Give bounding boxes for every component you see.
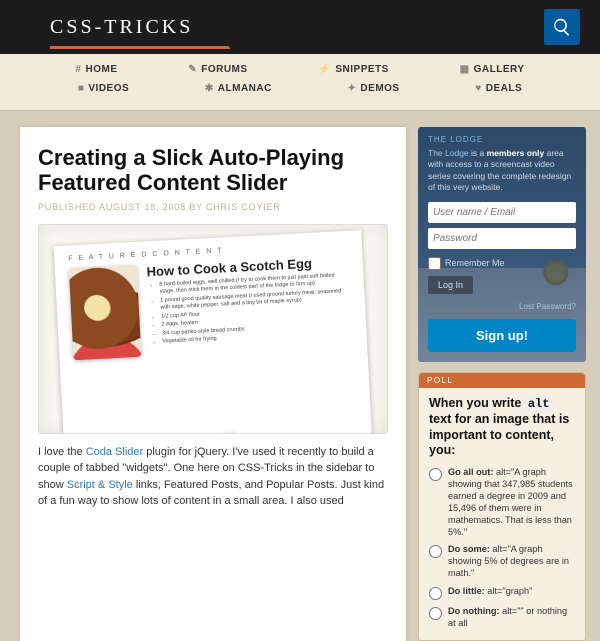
lost-password-link[interactable]: Lost Password?	[519, 302, 576, 311]
text: text for an image that is important to c…	[429, 412, 569, 457]
article-screenshot: F E A T U R E D C O N T E N T How to Coo…	[38, 224, 388, 434]
meta-prefix: PUBLISHED	[38, 202, 99, 212]
meta-date: AUGUST 18, 2008	[99, 202, 186, 212]
nav-forums[interactable]: FORUMS	[188, 64, 247, 75]
scotch-egg-image	[69, 264, 141, 359]
link-script-style[interactable]: Script & Style	[67, 479, 133, 491]
recipe-text: How to Cook a Scotch Egg 8 hard-boiled e…	[146, 253, 353, 355]
lodge-heading: THE LODGE	[428, 135, 576, 144]
article-body: I love the Coda Slider plugin for jQuery…	[38, 444, 388, 510]
text: When you write	[429, 396, 525, 410]
recipe-list: 8 hard-boiled eggs, well chilled (I try …	[147, 271, 352, 346]
text: alt="A graph showing that 347,985 studen…	[448, 467, 573, 537]
lodge-link[interactable]: The Lodge	[428, 148, 469, 158]
slider-thumbs	[94, 432, 239, 434]
poll-radio[interactable]	[429, 545, 442, 558]
text: Do some:	[448, 544, 490, 554]
lodge-blurb: The Lodge is a members only area with ac…	[428, 148, 576, 194]
remember-me[interactable]: Remember Me	[428, 257, 576, 270]
main-area: Creating a Slick Auto-Playing Featured C…	[0, 111, 600, 641]
code: alt	[525, 397, 553, 411]
poll-option[interactable]: Do little: alt="graph"	[419, 584, 585, 604]
nav-videos[interactable]: VIDEOS	[78, 83, 129, 94]
nav-almanac[interactable]: ALMANAC	[205, 83, 272, 94]
poll-widget: POLL When you write alt text for an imag…	[418, 372, 586, 641]
meta-by: BY	[186, 202, 206, 212]
remember-label: Remember Me	[445, 258, 505, 268]
nav-row-2: VIDEOS ALMANAC DEMOS DEALS	[40, 79, 560, 98]
nav-deals[interactable]: DEALS	[475, 83, 522, 94]
article-meta: PUBLISHED AUGUST 18, 2008 BY CHRIS COYIE…	[38, 202, 388, 212]
text: members only	[487, 148, 545, 158]
nav-gallery[interactable]: GALLERY	[460, 64, 525, 75]
password-field[interactable]	[428, 228, 576, 249]
text: Go all out:	[448, 467, 493, 477]
nav-demos[interactable]: DEMOS	[348, 83, 400, 94]
text: Do little:	[448, 586, 485, 596]
lost-password-wrap: Lost Password?	[428, 302, 576, 311]
search-button[interactable]	[544, 9, 580, 45]
poll-option[interactable]: Do some: alt="A graph showing 5% of degr…	[419, 542, 585, 584]
poll-question: When you write alt text for an image tha…	[419, 388, 585, 465]
article: Creating a Slick Auto-Playing Featured C…	[20, 127, 406, 641]
featured-content-panel: F E A T U R E D C O N T E N T How to Coo…	[54, 230, 373, 434]
article-title: Creating a Slick Auto-Playing Featured C…	[38, 145, 388, 196]
nav-home[interactable]: HOME	[75, 64, 117, 75]
remember-checkbox[interactable]	[428, 257, 441, 270]
text: alt="graph"	[485, 586, 533, 596]
search-icon	[552, 17, 572, 37]
text: is a	[469, 148, 487, 158]
poll-option[interactable]: Do nothing: alt="" or nothing at all	[419, 604, 585, 634]
lodge-widget: THE LODGE The Lodge is a members only ar…	[418, 127, 586, 362]
nav-snippets[interactable]: SNIPPETS	[318, 64, 388, 75]
meta-author: CHRIS COYIER	[206, 202, 281, 212]
signup-button[interactable]: Sign up!	[428, 319, 576, 352]
username-field[interactable]	[428, 202, 576, 223]
text: Do nothing:	[448, 606, 500, 616]
link-coda-slider[interactable]: Coda Slider	[86, 446, 143, 458]
login-button[interactable]: Log In	[428, 276, 473, 294]
main-nav: HOME FORUMS SNIPPETS GALLERY VIDEOS ALMA…	[0, 54, 600, 111]
poll-heading: POLL	[419, 373, 585, 388]
site-logo[interactable]: CSS-TRICKS	[50, 16, 193, 39]
poll-radio[interactable]	[429, 468, 442, 481]
poll-radio[interactable]	[429, 607, 442, 620]
thumb[interactable]	[204, 432, 239, 434]
poll-radio[interactable]	[429, 587, 442, 600]
text: I love the	[38, 446, 86, 458]
poll-option[interactable]: Go all out: alt="A graph showing that 34…	[419, 465, 585, 543]
sidebar: THE LODGE The Lodge is a members only ar…	[418, 127, 586, 641]
site-header: CSS-TRICKS	[0, 0, 600, 54]
nav-row-1: HOME FORUMS SNIPPETS GALLERY	[40, 60, 560, 79]
